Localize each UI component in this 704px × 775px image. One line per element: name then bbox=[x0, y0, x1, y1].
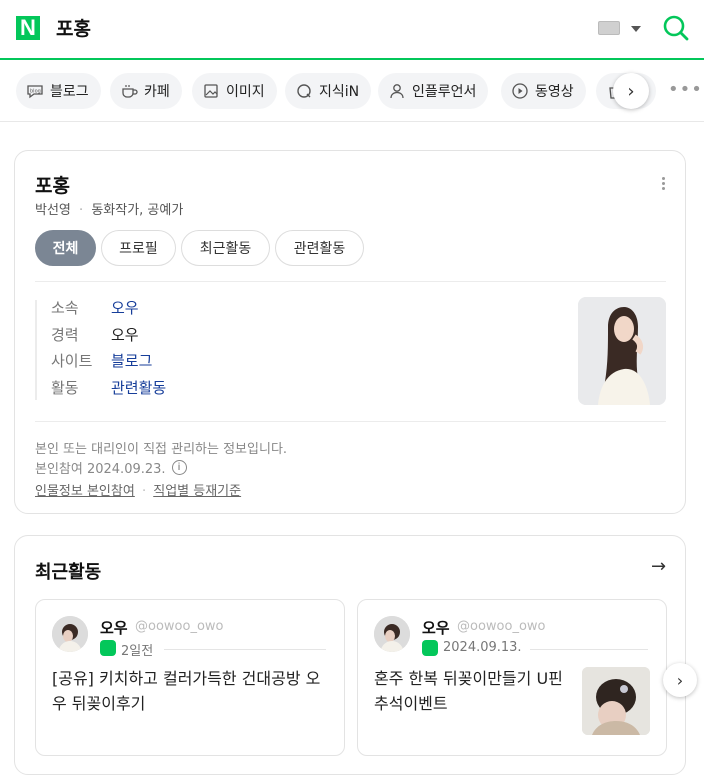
info-key: 활동 bbox=[51, 379, 79, 397]
kin-icon bbox=[295, 82, 313, 100]
post-date: 2024.09.13. bbox=[443, 640, 522, 655]
search-query[interactable]: 포홍 bbox=[56, 14, 91, 41]
participation-row: 본인참여 2024.09.23. i bbox=[35, 458, 187, 477]
self-participation-link[interactable]: 인물정보 본인참여 bbox=[35, 484, 135, 499]
post-handle: @oowoo_owo bbox=[135, 619, 224, 634]
tab-image[interactable]: 이미지 bbox=[192, 73, 277, 109]
registration-criteria-link[interactable]: 직업별 등재기준 bbox=[153, 484, 241, 499]
profile-name[interactable]: 포홍 bbox=[35, 171, 70, 198]
divider bbox=[35, 421, 666, 422]
image-icon bbox=[202, 82, 220, 100]
separator: · bbox=[79, 203, 84, 218]
info-icon[interactable]: i bbox=[171, 460, 187, 475]
profile-jobs: 동화작가, 공예가 bbox=[91, 203, 184, 218]
keyboard-icon[interactable] bbox=[598, 21, 620, 35]
search-tabs: blog 블로그 카페 이미지 지식iN 인플루언서 동영상 › ••• bbox=[0, 62, 704, 122]
play-icon bbox=[511, 82, 529, 100]
info-key: 소속 bbox=[51, 299, 79, 317]
profile-card: 포홍 박선영 · 동화작가, 공예가 전체 프로필 최근활동 관련활동 소속 오… bbox=[14, 150, 686, 514]
tab-blog[interactable]: blog 블로그 bbox=[16, 73, 101, 109]
post-author[interactable]: 오우 bbox=[422, 617, 450, 638]
tabs-next-button[interactable]: › bbox=[613, 73, 649, 109]
recent-activity-card: 최근활동 → 오우 @oowoo_owo 2일전 [공유] 키치하고 컬러가득한… bbox=[14, 535, 697, 775]
tab-influencer[interactable]: 인플루언서 bbox=[378, 73, 489, 109]
section-title[interactable]: 최근활동 bbox=[35, 558, 101, 584]
filter-profile[interactable]: 프로필 bbox=[101, 230, 176, 266]
profile-info: 소속 오우 경력 오우 사이트 블로그 활동 관련활동 bbox=[35, 297, 565, 400]
activity-post[interactable]: 오우 @oowoo_owo 2024.09.13. 혼주 한복 뒤꽂이만들기 U… bbox=[357, 599, 667, 756]
talk-icon bbox=[422, 640, 438, 656]
person-icon bbox=[388, 82, 406, 100]
talk-icon bbox=[100, 640, 116, 656]
separator: · bbox=[141, 484, 147, 499]
info-value-link[interactable]: 관련활동 bbox=[111, 377, 166, 399]
info-key: 사이트 bbox=[51, 352, 93, 370]
tab-label: 인플루언서 bbox=[412, 84, 477, 100]
filter-recent[interactable]: 최근활동 bbox=[181, 230, 270, 266]
participation-text: 본인참여 2024.09.23. bbox=[35, 462, 166, 477]
avatar bbox=[374, 616, 410, 652]
filter-all[interactable]: 전체 bbox=[35, 230, 96, 266]
info-key: 경력 bbox=[51, 326, 79, 344]
svg-text:blog: blog bbox=[30, 89, 41, 95]
tab-label: 지식iN bbox=[319, 84, 360, 100]
tab-kin[interactable]: 지식iN bbox=[285, 73, 372, 109]
post-date: 2일전 bbox=[121, 644, 154, 659]
more-icon[interactable]: ••• bbox=[668, 79, 703, 100]
tab-video[interactable]: 동영상 bbox=[501, 73, 586, 109]
notice-text: 본인 또는 대리인이 직접 관리하는 정보입니다. bbox=[35, 442, 288, 457]
tab-label: 블로그 bbox=[50, 84, 89, 100]
filter-related[interactable]: 관련활동 bbox=[275, 230, 364, 266]
real-name: 박선영 bbox=[35, 203, 71, 218]
chevron-right-icon: › bbox=[676, 670, 684, 690]
profile-photo[interactable] bbox=[578, 297, 666, 405]
chevron-right-icon: › bbox=[627, 80, 635, 102]
tab-label: 카페 bbox=[144, 84, 170, 100]
post-author[interactable]: 오우 bbox=[100, 617, 128, 638]
activity-post[interactable]: 오우 @oowoo_owo 2일전 [공유] 키치하고 컬러가득한 건대공방 오… bbox=[35, 599, 345, 756]
post-handle: @oowoo_owo bbox=[457, 619, 546, 634]
posts-next-button[interactable]: › bbox=[663, 663, 697, 697]
tab-label: 이미지 bbox=[226, 84, 265, 100]
search-icon[interactable] bbox=[662, 14, 690, 42]
more-options-icon[interactable] bbox=[662, 177, 666, 191]
arrow-right-icon[interactable]: → bbox=[651, 556, 666, 577]
info-value: 오우 bbox=[111, 326, 139, 344]
blog-icon: blog bbox=[26, 82, 44, 100]
profile-subtitle: 박선영 · 동화작가, 공예가 bbox=[35, 199, 183, 218]
tab-cafe[interactable]: 카페 bbox=[110, 73, 182, 109]
chevron-down-icon[interactable] bbox=[631, 26, 641, 32]
info-value-link[interactable]: 블로그 bbox=[111, 350, 152, 372]
tab-label: 동영상 bbox=[535, 84, 574, 100]
naver-logo[interactable]: N bbox=[16, 16, 40, 40]
info-value-link[interactable]: 오우 bbox=[111, 297, 139, 319]
profile-links: 인물정보 본인참여 · 직업별 등재기준 bbox=[35, 480, 241, 499]
divider bbox=[35, 281, 666, 282]
post-text[interactable]: 혼주 한복 뒤꽂이만들기 U핀 추석이벤트 bbox=[374, 666, 574, 716]
divider bbox=[530, 649, 648, 650]
divider bbox=[164, 649, 326, 650]
avatar bbox=[52, 616, 88, 652]
search-header: N 포홍 bbox=[0, 0, 704, 60]
post-thumbnail[interactable] bbox=[582, 667, 650, 735]
cafe-icon bbox=[120, 82, 138, 100]
post-text[interactable]: [공유] 키치하고 컬러가득한 건대공방 오우 뒤꽂이후기 bbox=[52, 666, 322, 716]
